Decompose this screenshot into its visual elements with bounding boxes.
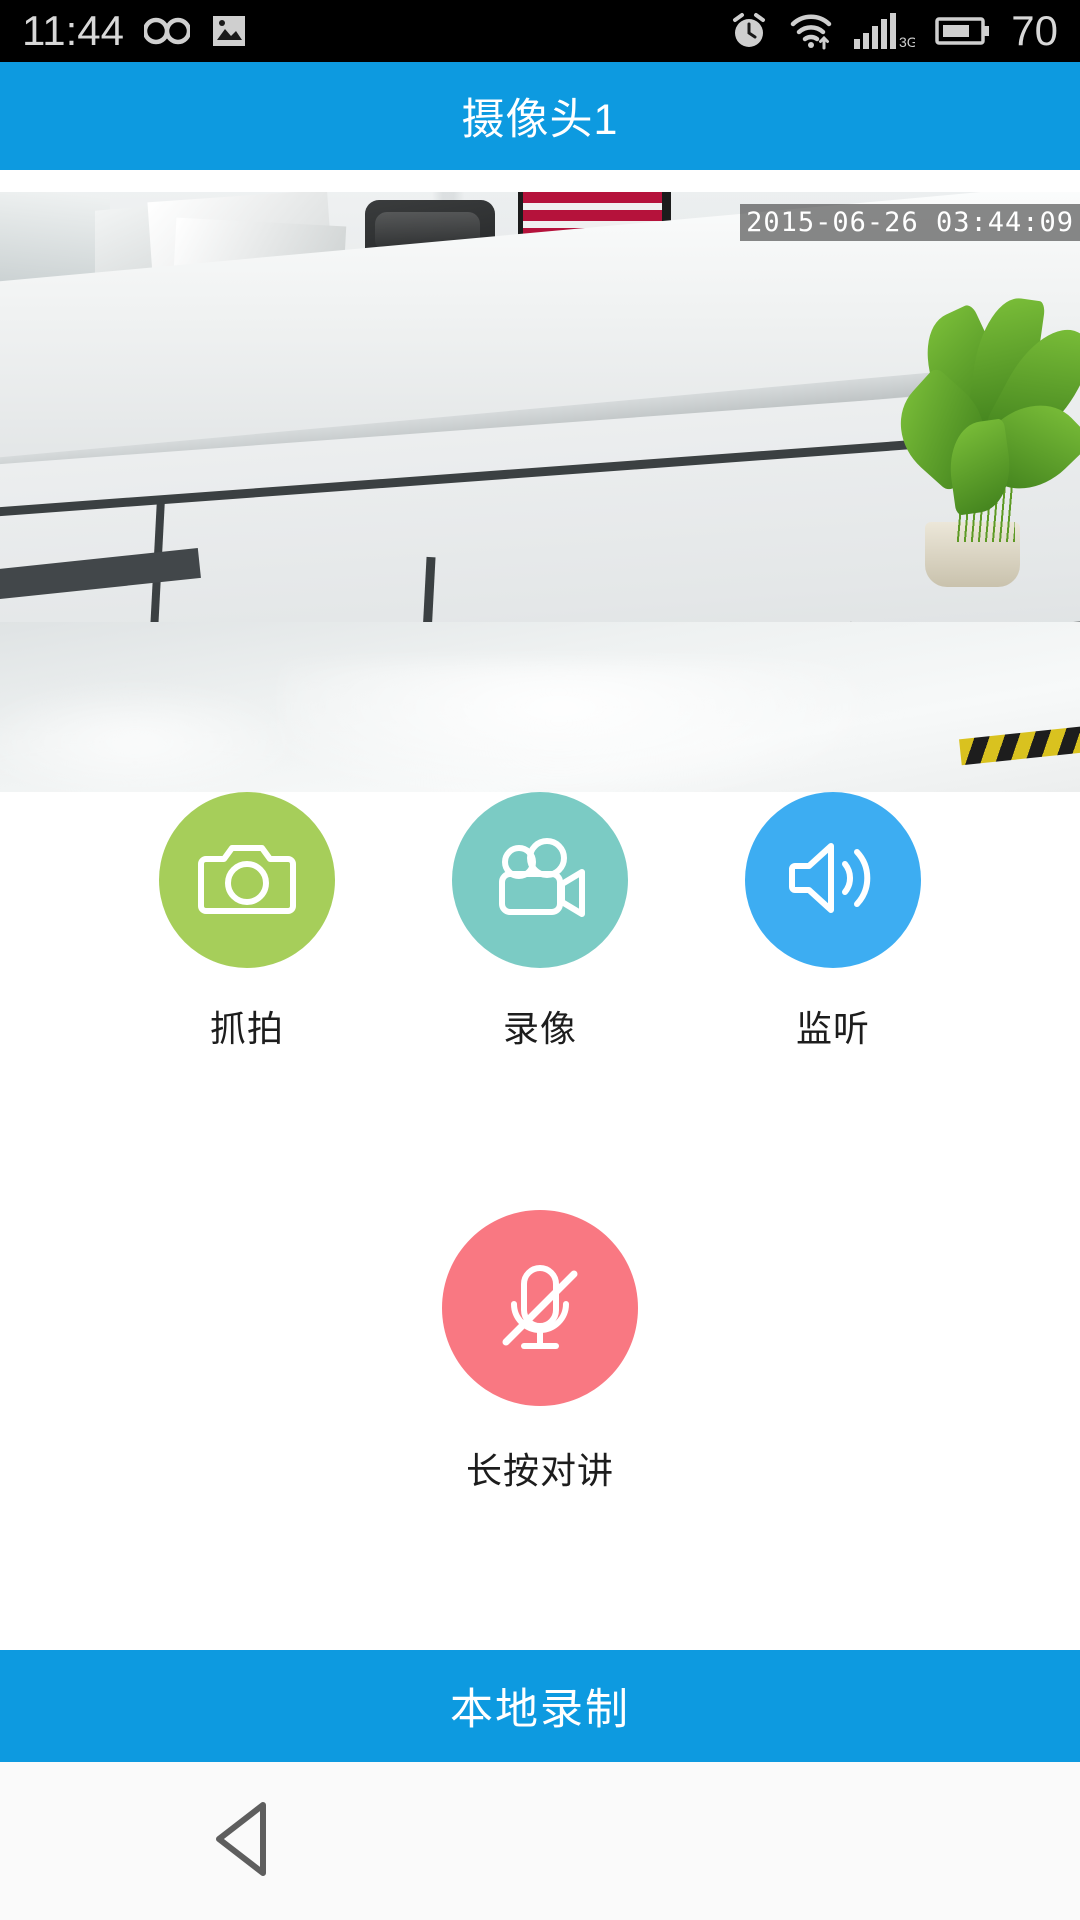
listen-button[interactable]: 监听 [687,792,980,1052]
record-button-label: 录像 [502,1008,577,1049]
battery-icon [935,14,991,48]
app-screen: 11:44 3G 70 摄像头1 2015-06-26 03:44:09 抓拍 … [0,0,1080,1920]
local-recording-button[interactable]: 本地录制 [0,1650,1080,1762]
snapshot-button[interactable]: 抓拍 [101,792,394,1052]
back-triangle-icon [205,1797,285,1886]
scene-floor-glare [280,662,900,792]
svg-text:3G: 3G [899,34,915,50]
status-bar: 11:44 3G 70 [0,0,1080,62]
listen-button-label: 监听 [795,1008,870,1049]
back-button[interactable] [190,1786,300,1896]
video-feed[interactable]: 2015-06-26 03:44:09 [0,192,1080,792]
image-icon [210,12,248,50]
video-camera-icon [490,836,590,925]
scene-floor-glare-2 [0,682,310,792]
camera-icon [198,835,296,926]
record-button[interactable]: 录像 [394,792,687,1052]
mic-muted-icon [488,1254,592,1363]
video-timestamp: 2015-06-26 03:44:09 [740,204,1080,241]
status-time: 11:44 [22,7,124,54]
alarm-clock-icon [729,11,769,51]
battery-percent: 70 [1011,7,1058,54]
local-recording-label: 本地录制 [450,1686,630,1734]
talk-button-label: 长按对讲 [465,1450,614,1491]
page-title: 摄像头1 [461,96,619,144]
status-bar-right: 3G 70 [729,10,1058,52]
speaker-icon [785,836,881,925]
talk-button-circle[interactable] [442,1210,638,1406]
record-button-circle[interactable] [452,792,628,968]
listen-button-circle[interactable] [745,792,921,968]
control-panel: 抓拍 录像 监听 长按对讲 [0,792,1080,1652]
android-nav-bar [0,1762,1080,1920]
control-row-primary: 抓拍 录像 监听 [0,792,1080,1052]
signal-bars-icon: 3G [853,12,915,50]
control-row-talk: 长按对讲 [0,1210,1080,1494]
snapshot-button-label: 抓拍 [209,1008,284,1049]
talk-button[interactable]: 长按对讲 [442,1210,638,1494]
wifi-icon [789,11,833,51]
infinity-icon [144,14,190,48]
title-bar: 摄像头1 [0,62,1080,170]
status-bar-left: 11:44 [22,10,248,52]
video-frame: 2015-06-26 03:44:09 [0,192,1080,792]
snapshot-button-circle[interactable] [159,792,335,968]
